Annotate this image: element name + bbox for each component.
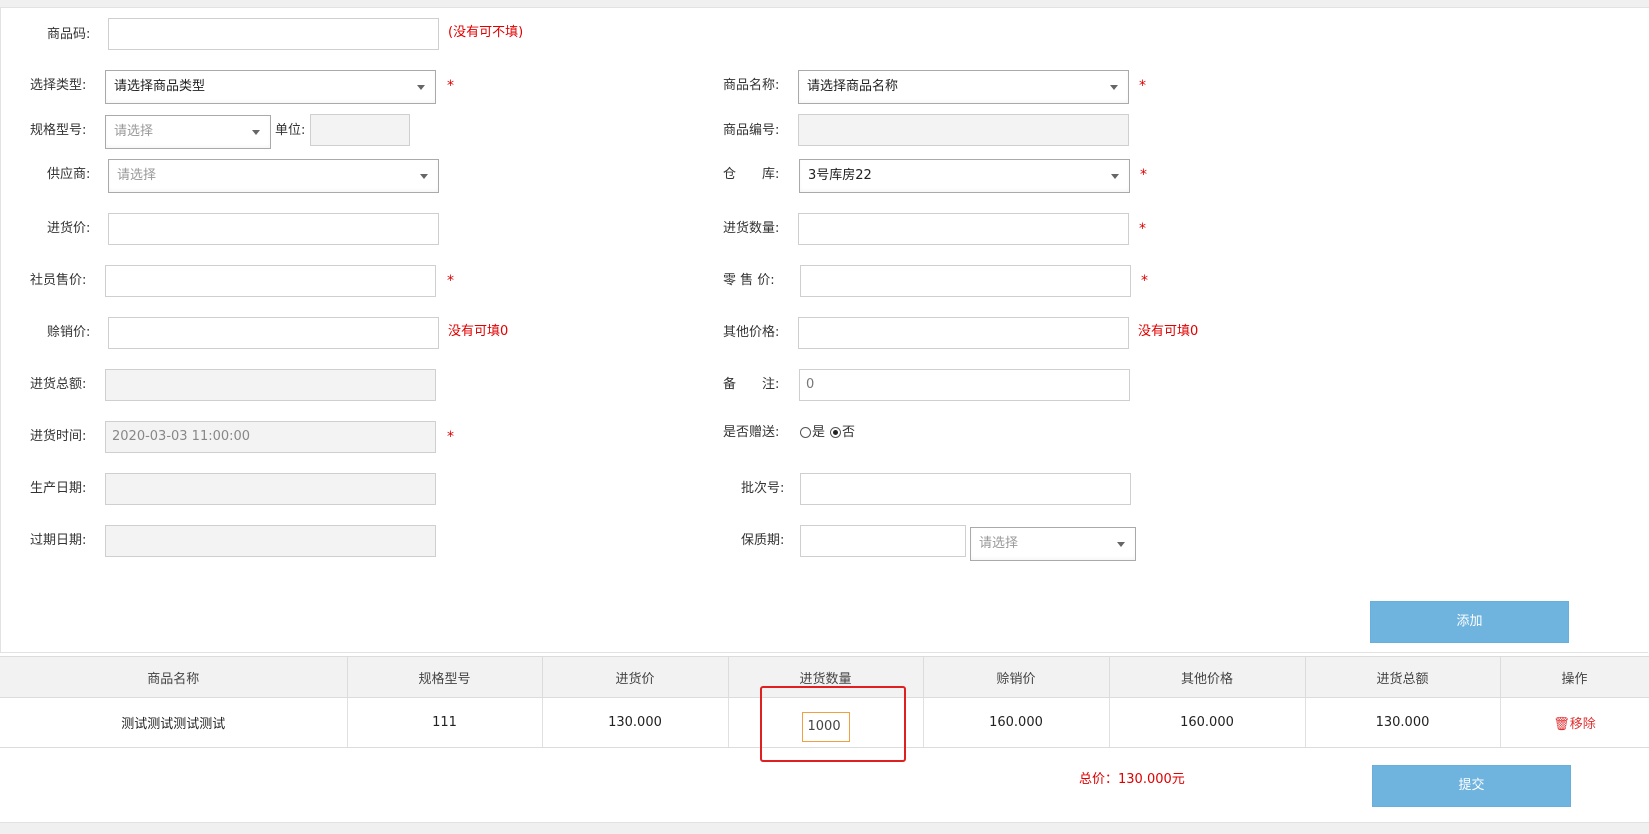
total-amount-input[interactable]	[105, 369, 436, 401]
barcode-input[interactable]	[108, 18, 439, 50]
chevron-down-icon	[420, 174, 428, 179]
gift-label: 是否赠送:	[723, 425, 780, 440]
warehouse-select[interactable]: 3号库房22	[799, 159, 1130, 193]
gift-yes-label: 是	[812, 425, 826, 440]
shelf-life-label: 保质期:	[741, 533, 785, 548]
other-price-input[interactable]	[798, 317, 1129, 349]
column-header: 其他价格	[1109, 656, 1306, 698]
gift-no-label: 否	[842, 425, 856, 440]
member-price-input[interactable]	[105, 265, 436, 297]
column-header: 规格型号	[347, 656, 543, 698]
cell-purchase-price: 130.000	[542, 697, 729, 748]
cell-spec: 111	[347, 697, 543, 748]
chevron-down-icon	[252, 130, 260, 135]
other-price-note: 没有可填0	[1138, 324, 1199, 339]
product-name-select-value: 请选择商品名称	[807, 79, 899, 94]
chevron-down-icon	[1111, 174, 1119, 179]
other-price-label: 其他价格:	[723, 325, 780, 340]
remove-button[interactable]: 🗑移除	[1553, 717, 1596, 732]
cell-product-name: 测试测试测试测试	[0, 697, 348, 748]
production-date-input[interactable]	[105, 473, 436, 505]
cell-action: 🗑移除	[1500, 697, 1649, 748]
purchase-price-label: 进货价:	[47, 221, 91, 236]
total-amount-label: 进货总额:	[30, 377, 87, 392]
bottom-strip	[0, 822, 1649, 834]
shelf-life-input[interactable]	[800, 525, 966, 557]
gift-no-radio[interactable]	[830, 427, 841, 438]
gift-yes-radio[interactable]	[800, 427, 811, 438]
cell-total: 130.000	[1305, 697, 1501, 748]
column-header: 进货总额	[1305, 656, 1501, 698]
cell-other-price: 160.000	[1109, 697, 1306, 748]
shelf-life-unit-select[interactable]: 请选择	[970, 527, 1136, 561]
spec-select-value: 请选择	[114, 124, 154, 139]
production-date-label: 生产日期:	[30, 481, 87, 496]
warehouse-label: 仓 库:	[723, 167, 780, 182]
barcode-label: 商品码:	[47, 27, 91, 42]
remark-input[interactable]: 0	[799, 369, 1130, 401]
chevron-down-icon	[417, 85, 425, 90]
add-button[interactable]: 添加	[1370, 601, 1569, 643]
retail-price-label: 零 售 价:	[723, 273, 775, 288]
supplier-label: 供应商:	[47, 167, 91, 182]
type-select-value: 请选择商品类型	[114, 79, 206, 94]
spec-select[interactable]: 请选择	[105, 115, 271, 149]
credit-price-label: 赊销价:	[47, 325, 91, 340]
total-price-text: 总价：130.000元	[1079, 772, 1185, 787]
unit-label: 单位:	[275, 123, 306, 138]
expiry-date-input[interactable]	[105, 525, 436, 557]
retail-price-input[interactable]	[800, 265, 1131, 297]
product-name-select[interactable]: 请选择商品名称	[798, 70, 1129, 104]
expiry-date-label: 过期日期:	[30, 533, 87, 548]
purchase-qty-input[interactable]	[798, 213, 1129, 245]
retail-price-required-mark: *	[1141, 273, 1148, 289]
type-label: 选择类型:	[30, 78, 87, 93]
purchase-price-input[interactable]	[108, 213, 439, 245]
purchase-qty-required-mark: *	[1139, 221, 1146, 237]
product-name-label: 商品名称:	[723, 78, 780, 93]
submit-button[interactable]: 提交	[1372, 765, 1571, 807]
cell-credit-price: 160.000	[923, 697, 1110, 748]
purchase-time-input[interactable]: 2020-03-03 11:00:00	[105, 421, 436, 453]
warehouse-select-value: 3号库房22	[808, 168, 872, 183]
column-header: 操作	[1500, 656, 1649, 698]
credit-price-input[interactable]	[108, 317, 439, 349]
warehouse-required-mark: *	[1140, 167, 1147, 183]
supplier-select-value: 请选择	[117, 168, 157, 183]
purchase-time-required-mark: *	[447, 429, 454, 445]
supplier-select[interactable]: 请选择	[108, 159, 439, 193]
batch-no-input[interactable]	[800, 473, 1131, 505]
member-price-required-mark: *	[447, 273, 454, 289]
column-header: 进货价	[542, 656, 729, 698]
product-name-required-mark: *	[1139, 78, 1146, 94]
barcode-note: (没有可不填)	[448, 25, 524, 40]
remark-label: 备 注:	[723, 377, 780, 392]
member-price-label: 社员售价:	[30, 273, 87, 288]
column-header: 赊销价	[923, 656, 1110, 698]
column-header: 商品名称	[0, 656, 348, 698]
unit-input[interactable]	[310, 114, 410, 146]
batch-no-label: 批次号:	[741, 481, 785, 496]
type-select[interactable]: 请选择商品类型	[105, 70, 436, 104]
type-required-mark: *	[447, 78, 454, 94]
qty-highlight-box	[760, 686, 906, 762]
spec-label: 规格型号:	[30, 123, 87, 138]
credit-price-note: 没有可填0	[448, 324, 509, 339]
chevron-down-icon	[1117, 542, 1125, 547]
chevron-down-icon	[1110, 85, 1118, 90]
purchase-time-label: 进货时间:	[30, 429, 87, 444]
product-code-input[interactable]	[798, 114, 1129, 146]
purchase-qty-label: 进货数量:	[723, 221, 780, 236]
product-code-label: 商品编号:	[723, 123, 780, 138]
shelf-life-unit-value: 请选择	[979, 536, 1019, 551]
